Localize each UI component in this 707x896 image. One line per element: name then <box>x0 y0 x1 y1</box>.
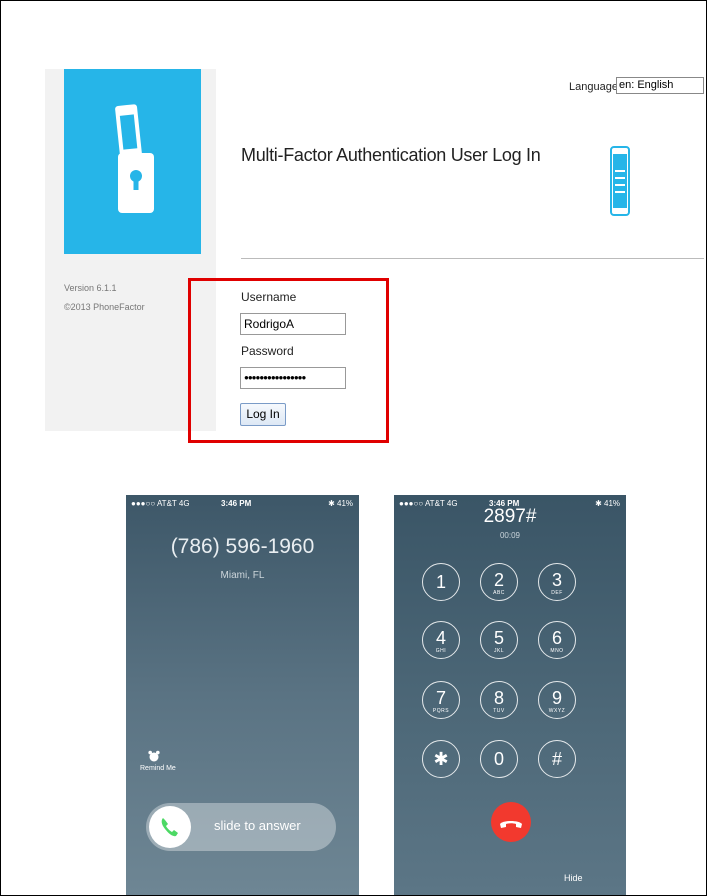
key-digit: 7 <box>435 688 446 708</box>
key-letters: JKL <box>493 648 505 654</box>
status-bar: ●●●○○ AT&T 4G 3:46 PM ✱ 41% <box>126 497 359 509</box>
keypad-key[interactable]: 6 MNO <box>538 621 576 659</box>
key-letters: MNO <box>550 648 564 654</box>
key-letters: WXYZ <box>548 708 566 714</box>
keypad-key[interactable]: 4 GHI <box>422 621 460 659</box>
slide-to-answer-slider[interactable]: slide to answer <box>146 803 336 851</box>
password-input[interactable]: ●●●●●●●●●●●●●●●● <box>240 367 346 389</box>
remind-me-label[interactable]: Remind Me <box>140 765 176 772</box>
mobile-transfer-icon <box>610 145 630 222</box>
answer-knob[interactable] <box>149 806 191 848</box>
end-call-button[interactable] <box>491 802 531 842</box>
keypad-key[interactable]: 8 TUV <box>480 681 518 719</box>
carrier-text: ●●●○○ AT&T 4G <box>131 499 190 508</box>
key-letters: GHI <box>435 648 447 654</box>
keypad-key[interactable]: 2 ABC <box>480 563 518 601</box>
dialed-digits: 2897# <box>483 506 537 527</box>
keypad-key[interactable]: 9 WXYZ <box>538 681 576 719</box>
key-digit: 9 <box>551 688 562 708</box>
keypad-key[interactable]: ✱ <box>422 740 460 778</box>
page-title: Multi-Factor Authentication User Log In <box>241 145 541 165</box>
copyright-text: ©2013 PhoneFactor <box>64 302 145 312</box>
caller-location: Miami, FL <box>220 570 265 581</box>
keypad-key[interactable]: 3 DEF <box>538 563 576 601</box>
call-timer: 00:09 <box>499 531 521 540</box>
key-letters: TUV <box>493 708 505 714</box>
username-label: Username <box>241 290 297 304</box>
key-digit: 3 <box>551 570 562 590</box>
clock-text: 3:46 PM <box>221 499 252 508</box>
keypad-screen: ●●●○○ AT&T 4G 3:46 PM ✱ 41% 2897# 00:09 … <box>394 495 626 895</box>
key-digit: 5 <box>493 628 504 648</box>
key-letters: DEF <box>551 590 563 596</box>
hide-button[interactable]: Hide <box>564 873 583 883</box>
language-select[interactable]: en: English <box>616 77 704 94</box>
key-digit: 1 <box>435 572 446 592</box>
keypad-key[interactable]: 1 <box>422 563 460 601</box>
key-digit: 6 <box>551 628 562 648</box>
key-letters: PQRS <box>432 708 450 714</box>
password-label: Password <box>241 344 294 358</box>
key-digit: # <box>551 749 562 769</box>
key-digit: 2 <box>493 570 504 590</box>
hang-up-icon <box>500 821 522 828</box>
key-digit: 8 <box>493 688 504 708</box>
key-digit: 0 <box>493 749 504 769</box>
caller-number: (786) 596-1960 <box>170 535 315 558</box>
battery-text: ✱ 41% <box>328 499 353 508</box>
version-text: Version 6.1.1 <box>64 283 117 293</box>
language-label: Language: <box>569 81 621 93</box>
username-input[interactable]: RodrigoA <box>240 313 346 335</box>
padlock-phone-logo-icon <box>64 69 201 254</box>
key-digit: ✱ <box>433 749 449 769</box>
keypad-key[interactable]: 5 JKL <box>480 621 518 659</box>
phone-handset-icon <box>161 818 178 837</box>
header-divider <box>241 258 704 259</box>
key-letters: ABC <box>493 590 505 596</box>
incoming-call-screen: ●●●○○ AT&T 4G 3:46 PM ✱ 41% (786) 596-19… <box>126 495 359 895</box>
keypad-key[interactable]: # <box>538 740 576 778</box>
key-digit: 4 <box>435 628 446 648</box>
login-button[interactable]: Log In <box>240 403 286 426</box>
keypad-key[interactable]: 7 PQRS <box>422 681 460 719</box>
slide-to-answer-text: slide to answer <box>214 818 301 833</box>
keypad-key[interactable]: 0 <box>480 740 518 778</box>
